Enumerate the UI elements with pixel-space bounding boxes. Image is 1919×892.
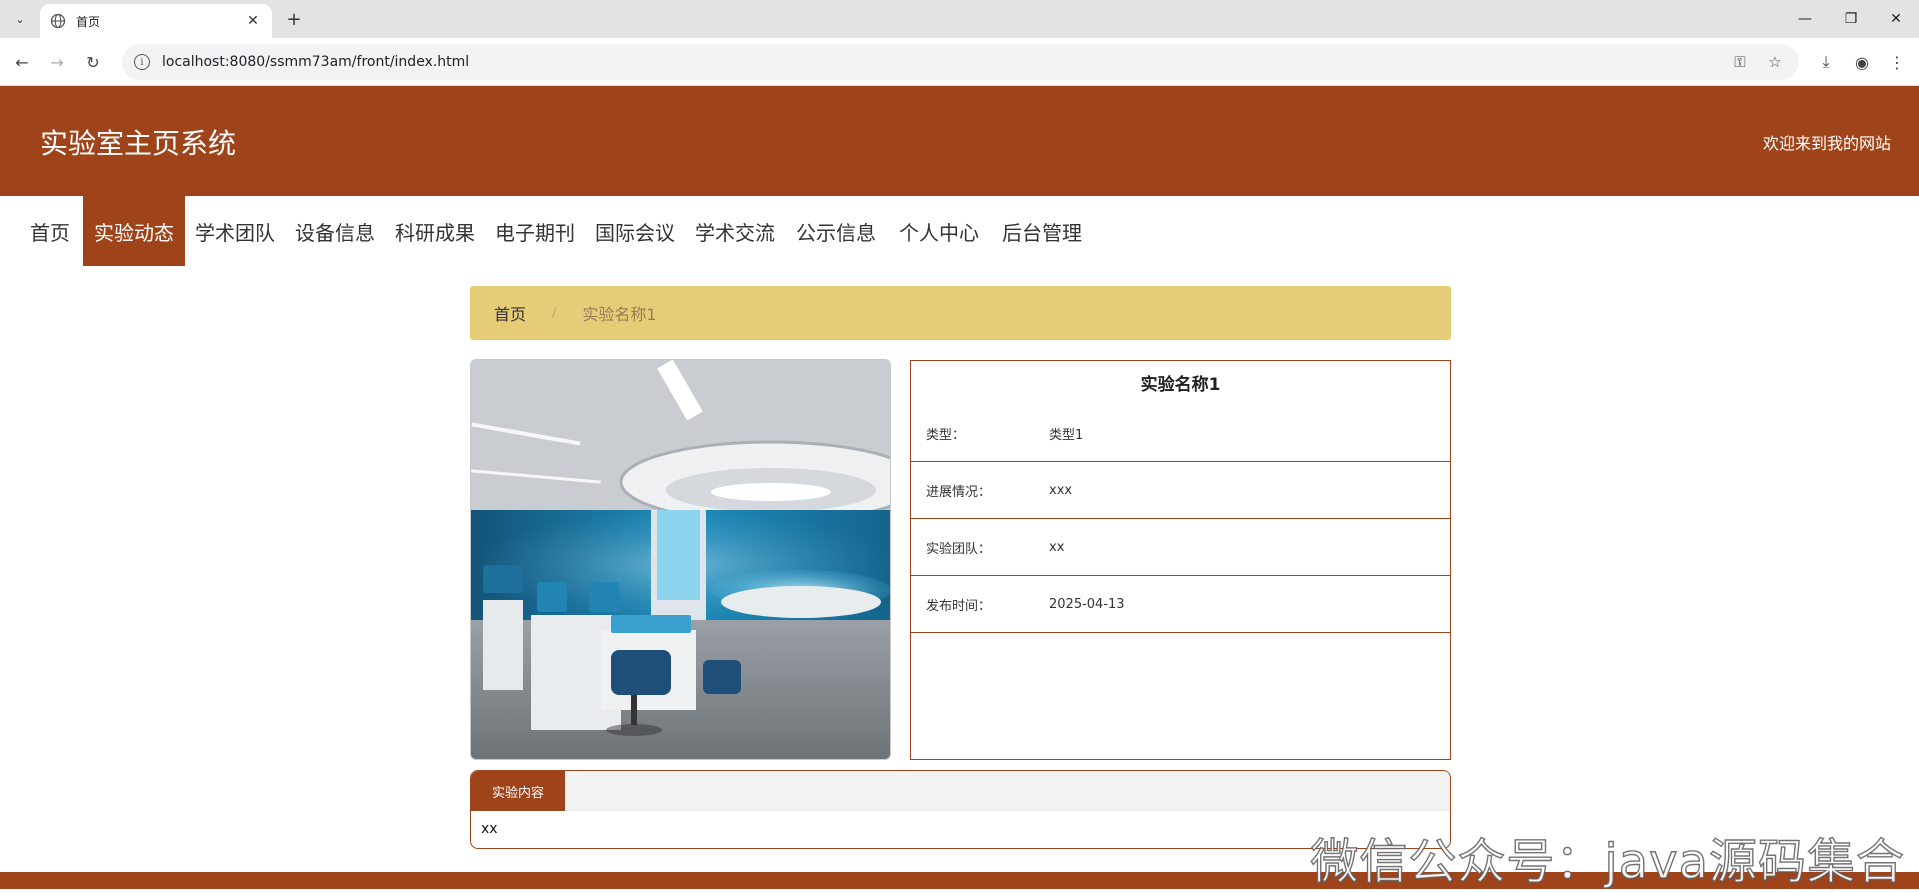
profile-icon[interactable]: ◉ xyxy=(1851,51,1873,73)
tab-list-icon[interactable]: ⌄ xyxy=(8,7,32,31)
url-text: localhost:8080/ssmm73am/front/index.html xyxy=(162,54,470,70)
tab-title: 首页 xyxy=(76,14,101,29)
info-label: 实验团队： xyxy=(926,541,992,557)
nav-item-equipment[interactable]: 设备信息 xyxy=(290,196,380,266)
browser-tab-bar: ⌄ 首页 ✕ + — ❐ ✕ xyxy=(0,0,1919,38)
experiment-info-panel: 实验名称1 类型： 类型1 进展情况： xxx 实验团队： xx 发布时间： 2… xyxy=(910,360,1451,760)
nav-item-academic-team[interactable]: 学术团队 xyxy=(190,196,280,266)
back-icon[interactable]: ← xyxy=(10,50,34,74)
nav-item-experiment-news[interactable]: 实验动态 xyxy=(83,196,185,266)
info-label: 类型： xyxy=(926,427,966,443)
info-value: 2025-04-13 xyxy=(1049,596,1125,612)
download-icon[interactable]: ⤓ xyxy=(1815,51,1837,73)
site-header: 实验室主页系统 欢迎来到我的网站 xyxy=(0,86,1919,196)
experiment-image xyxy=(470,359,891,760)
info-label: 发布时间： xyxy=(926,598,992,614)
star-icon[interactable]: ☆ xyxy=(1765,52,1785,72)
nav-item-admin[interactable]: 后台管理 xyxy=(996,196,1088,266)
nav-item-journals[interactable]: 电子期刊 xyxy=(490,196,580,266)
breadcrumb: 首页 / 实验名称1 xyxy=(470,286,1451,340)
nav-item-personal-center[interactable]: 个人中心 xyxy=(893,196,985,266)
window-close-icon[interactable]: ✕ xyxy=(1873,4,1919,34)
nav-item-exchange[interactable]: 学术交流 xyxy=(690,196,780,266)
restore-icon[interactable]: ❐ xyxy=(1828,4,1874,34)
address-bar[interactable]: i localhost:8080/ssmm73am/front/index.ht… xyxy=(122,44,1799,80)
browser-tab[interactable]: 首页 ✕ xyxy=(40,4,272,38)
info-value: 类型1 xyxy=(1049,427,1084,443)
globe-icon xyxy=(50,13,66,29)
nav-item-research[interactable]: 科研成果 xyxy=(390,196,480,266)
info-value: xx xyxy=(1049,539,1065,555)
info-label: 进展情况： xyxy=(926,484,992,500)
site-info-icon[interactable]: i xyxy=(134,54,150,70)
main-nav: 首页 实验动态 学术团队 设备信息 科研成果 电子期刊 国际会议 学术交流 公示… xyxy=(0,196,1919,266)
plus-icon[interactable]: + xyxy=(282,7,306,31)
breadcrumb-separator: / xyxy=(552,305,557,321)
forward-icon[interactable]: → xyxy=(45,50,69,74)
info-row-team: 实验团队： xx xyxy=(911,519,1450,576)
nav-item-conferences[interactable]: 国际会议 xyxy=(590,196,680,266)
info-row-publish-time: 发布时间： 2025-04-13 xyxy=(911,576,1450,633)
menu-icon[interactable]: ⋮ xyxy=(1886,51,1908,73)
key-icon[interactable]: ⚿ xyxy=(1730,52,1750,72)
content-body: xx xyxy=(481,821,498,837)
watermark-text: 微信公众号：java源码集合 xyxy=(1310,833,1905,890)
reload-icon[interactable]: ↻ xyxy=(81,50,105,74)
welcome-text: 欢迎来到我的网站 xyxy=(1762,134,1891,153)
site-title: 实验室主页系统 xyxy=(40,127,237,160)
breadcrumb-current: 实验名称1 xyxy=(582,305,657,324)
content-tab-bar: 实验内容 xyxy=(471,771,1450,811)
nav-item-announcements[interactable]: 公示信息 xyxy=(790,196,882,266)
experiment-title: 实验名称1 xyxy=(1140,375,1221,395)
info-value: xxx xyxy=(1049,482,1073,498)
breadcrumb-home-link[interactable]: 首页 xyxy=(494,301,526,325)
close-icon[interactable]: ✕ xyxy=(244,13,262,29)
browser-toolbar: ← → ↻ i localhost:8080/ssmm73am/front/in… xyxy=(0,38,1919,86)
tab-experiment-content[interactable]: 实验内容 xyxy=(471,771,565,811)
info-row-progress: 进展情况： xxx xyxy=(911,462,1450,519)
nav-item-home[interactable]: 首页 xyxy=(20,196,80,266)
content-panel: 实验内容 xx xyxy=(470,770,1451,849)
minimize-icon[interactable]: — xyxy=(1782,4,1828,34)
info-row-type: 类型： 类型1 xyxy=(911,405,1450,462)
